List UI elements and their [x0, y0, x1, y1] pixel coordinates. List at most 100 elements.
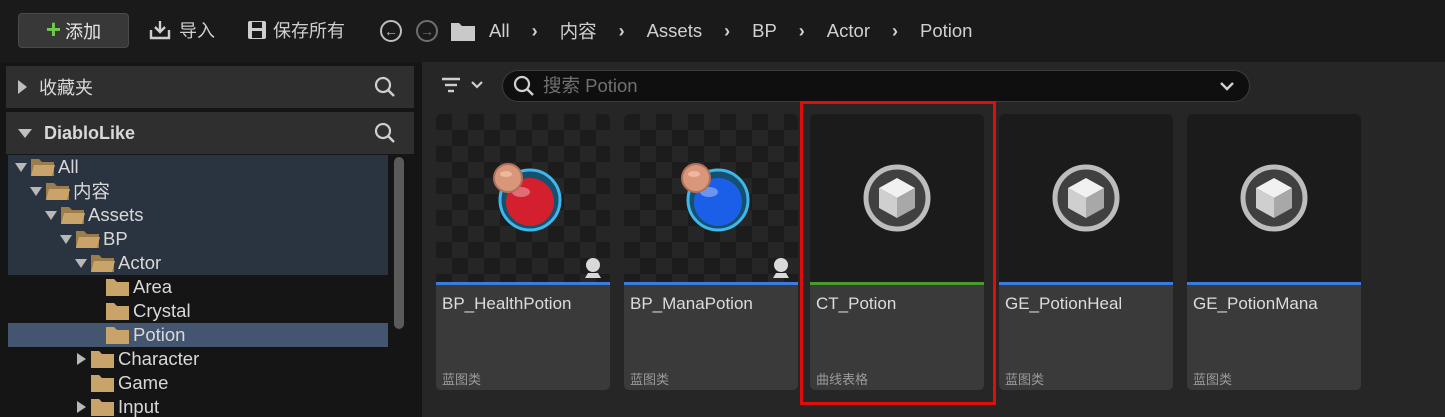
folder-open-icon [31, 159, 55, 176]
expanded-arrow-icon[interactable] [74, 256, 88, 270]
asset-type-color-bar [1187, 282, 1361, 285]
asset-search-box[interactable] [502, 70, 1250, 102]
asset-name: GE_PotionHeal [1005, 294, 1123, 313]
tree-item-label: BP [103, 228, 128, 249]
search-icon[interactable] [374, 122, 396, 144]
filter-icon [442, 77, 460, 93]
forward-button[interactable]: → [416, 20, 438, 42]
expand-arrow-icon[interactable] [18, 80, 27, 94]
tree-item-area[interactable]: Area [8, 275, 388, 299]
breadcrumb-item-all[interactable]: All [489, 20, 510, 42]
asset-thumbnail [810, 114, 984, 282]
actor-pin-icon [773, 258, 789, 278]
asset-tile-ge-potionheal[interactable]: GE_PotionHeal 蓝图类 [999, 114, 1173, 390]
plus-icon: + [45, 14, 62, 44]
tree-item-input[interactable]: Input [8, 395, 388, 417]
breadcrumb-item-bp[interactable]: BP [752, 20, 777, 42]
folder-open-icon [61, 207, 85, 224]
asset-type-label: 曲线表格 [816, 372, 869, 387]
folder-icon [106, 279, 129, 296]
folder-icon [91, 351, 114, 368]
tree-item-label: Character [118, 348, 200, 369]
actor-pin-icon [585, 258, 601, 278]
tree-item-actor[interactable]: Actor [8, 251, 388, 275]
folder-tree: All 内容 Assets BP Actor Area Crystal Potion Chara… [8, 155, 388, 417]
tree-item-assets[interactable]: Assets [8, 203, 388, 227]
save-all-button[interactable]: 保存所有 [246, 17, 345, 43]
search-input[interactable] [543, 75, 1183, 97]
tree-item-label: Potion [133, 324, 186, 345]
tree-item-label: Actor [118, 252, 162, 273]
tree-item-game[interactable]: Game [8, 371, 388, 395]
breadcrumb-item-potion[interactable]: Potion [920, 20, 972, 42]
breadcrumb: All › 内容 › Assets › BP › Actor › Potion [489, 18, 972, 44]
collapse-arrow-icon[interactable] [18, 128, 32, 138]
forward-arrow-icon: → [420, 23, 434, 39]
folder-icon [91, 375, 114, 392]
chevron-right-icon[interactable]: › [799, 21, 805, 42]
chevron-right-icon[interactable]: › [724, 21, 730, 42]
asset-thumbnail [1187, 114, 1361, 282]
asset-name: BP_HealthPotion [442, 294, 572, 313]
import-button-label: 导入 [179, 21, 215, 41]
breadcrumb-item-actor[interactable]: Actor [827, 20, 870, 42]
asset-tile-bp-healthpotion[interactable]: BP_HealthPotion 蓝图类 [436, 114, 610, 390]
asset-name: GE_PotionMana [1193, 294, 1318, 313]
expanded-arrow-icon[interactable] [29, 184, 43, 198]
asset-name: BP_ManaPotion [630, 294, 753, 313]
expanded-arrow-icon[interactable] [59, 232, 73, 246]
tree-scrollbar[interactable] [394, 157, 404, 329]
add-button[interactable]: + 添加 [18, 13, 129, 48]
breadcrumb-item-content[interactable]: 内容 [560, 18, 597, 44]
asset-type-label: 蓝图类 [630, 372, 670, 387]
asset-view: BP_HealthPotion 蓝图类 BP_ManaPotion 蓝图类 CT_Pot… [422, 62, 1445, 417]
chevron-down-icon[interactable] [1219, 80, 1235, 92]
asset-tile-bp-manapotion[interactable]: BP_ManaPotion 蓝图类 [624, 114, 798, 390]
tree-item-character[interactable]: Character [8, 347, 388, 371]
collapsed-arrow-icon[interactable] [74, 352, 88, 366]
add-button-label: 添加 [65, 21, 102, 42]
favorites-header[interactable]: 收藏夹 [6, 66, 414, 108]
folder-icon [106, 327, 129, 344]
asset-type-color-bar [810, 282, 984, 285]
potion-icon [493, 163, 562, 232]
tree-item-label: All [58, 156, 79, 177]
folder-open-icon [46, 183, 70, 200]
asset-type-label: 蓝图类 [1193, 372, 1233, 387]
asset-thumbnail [436, 114, 610, 282]
import-button[interactable]: 导入 [148, 17, 215, 43]
cube-icon [1052, 164, 1120, 232]
tree-item-bp[interactable]: BP [8, 227, 388, 251]
collapsed-arrow-icon[interactable] [74, 400, 88, 414]
folder-icon [451, 23, 475, 41]
import-icon [149, 21, 171, 40]
chevron-right-icon[interactable]: › [619, 21, 625, 42]
tree-item-label: Assets [88, 204, 144, 225]
filter-button[interactable] [440, 72, 490, 98]
asset-type-color-bar [624, 282, 798, 285]
project-label: DiabloLike [44, 122, 136, 143]
asset-type-color-bar [999, 282, 1173, 285]
sources-panel: 收藏夹 DiabloLike All 内容 Assets BP Actor Area Cry… [0, 62, 420, 417]
expanded-arrow-icon[interactable] [44, 208, 58, 222]
asset-type-label: 蓝图类 [442, 372, 482, 387]
tree-item-potion[interactable]: Potion [8, 323, 388, 347]
project-header[interactable]: DiabloLike [6, 112, 414, 154]
tree-item-all[interactable]: All [8, 155, 388, 179]
asset-tile-ct-potion[interactable]: CT_Potion 曲线表格 [810, 114, 984, 390]
tree-item-内容[interactable]: 内容 [8, 179, 388, 203]
potion-icon [681, 163, 750, 232]
folder-open-icon [91, 255, 115, 272]
tree-item-crystal[interactable]: Crystal [8, 299, 388, 323]
cube-icon [863, 164, 931, 232]
search-icon[interactable] [374, 76, 396, 98]
tree-item-label: 内容 [73, 181, 111, 202]
breadcrumb-item-assets[interactable]: Assets [647, 20, 703, 42]
back-button[interactable]: ← [380, 20, 402, 42]
tree-item-label: Input [118, 396, 160, 417]
chevron-right-icon[interactable]: › [892, 21, 898, 42]
chevron-down-icon [471, 81, 483, 89]
chevron-right-icon[interactable]: › [532, 21, 538, 42]
asset-tile-ge-potionmana[interactable]: GE_PotionMana 蓝图类 [1187, 114, 1361, 390]
expanded-arrow-icon[interactable] [14, 160, 28, 174]
